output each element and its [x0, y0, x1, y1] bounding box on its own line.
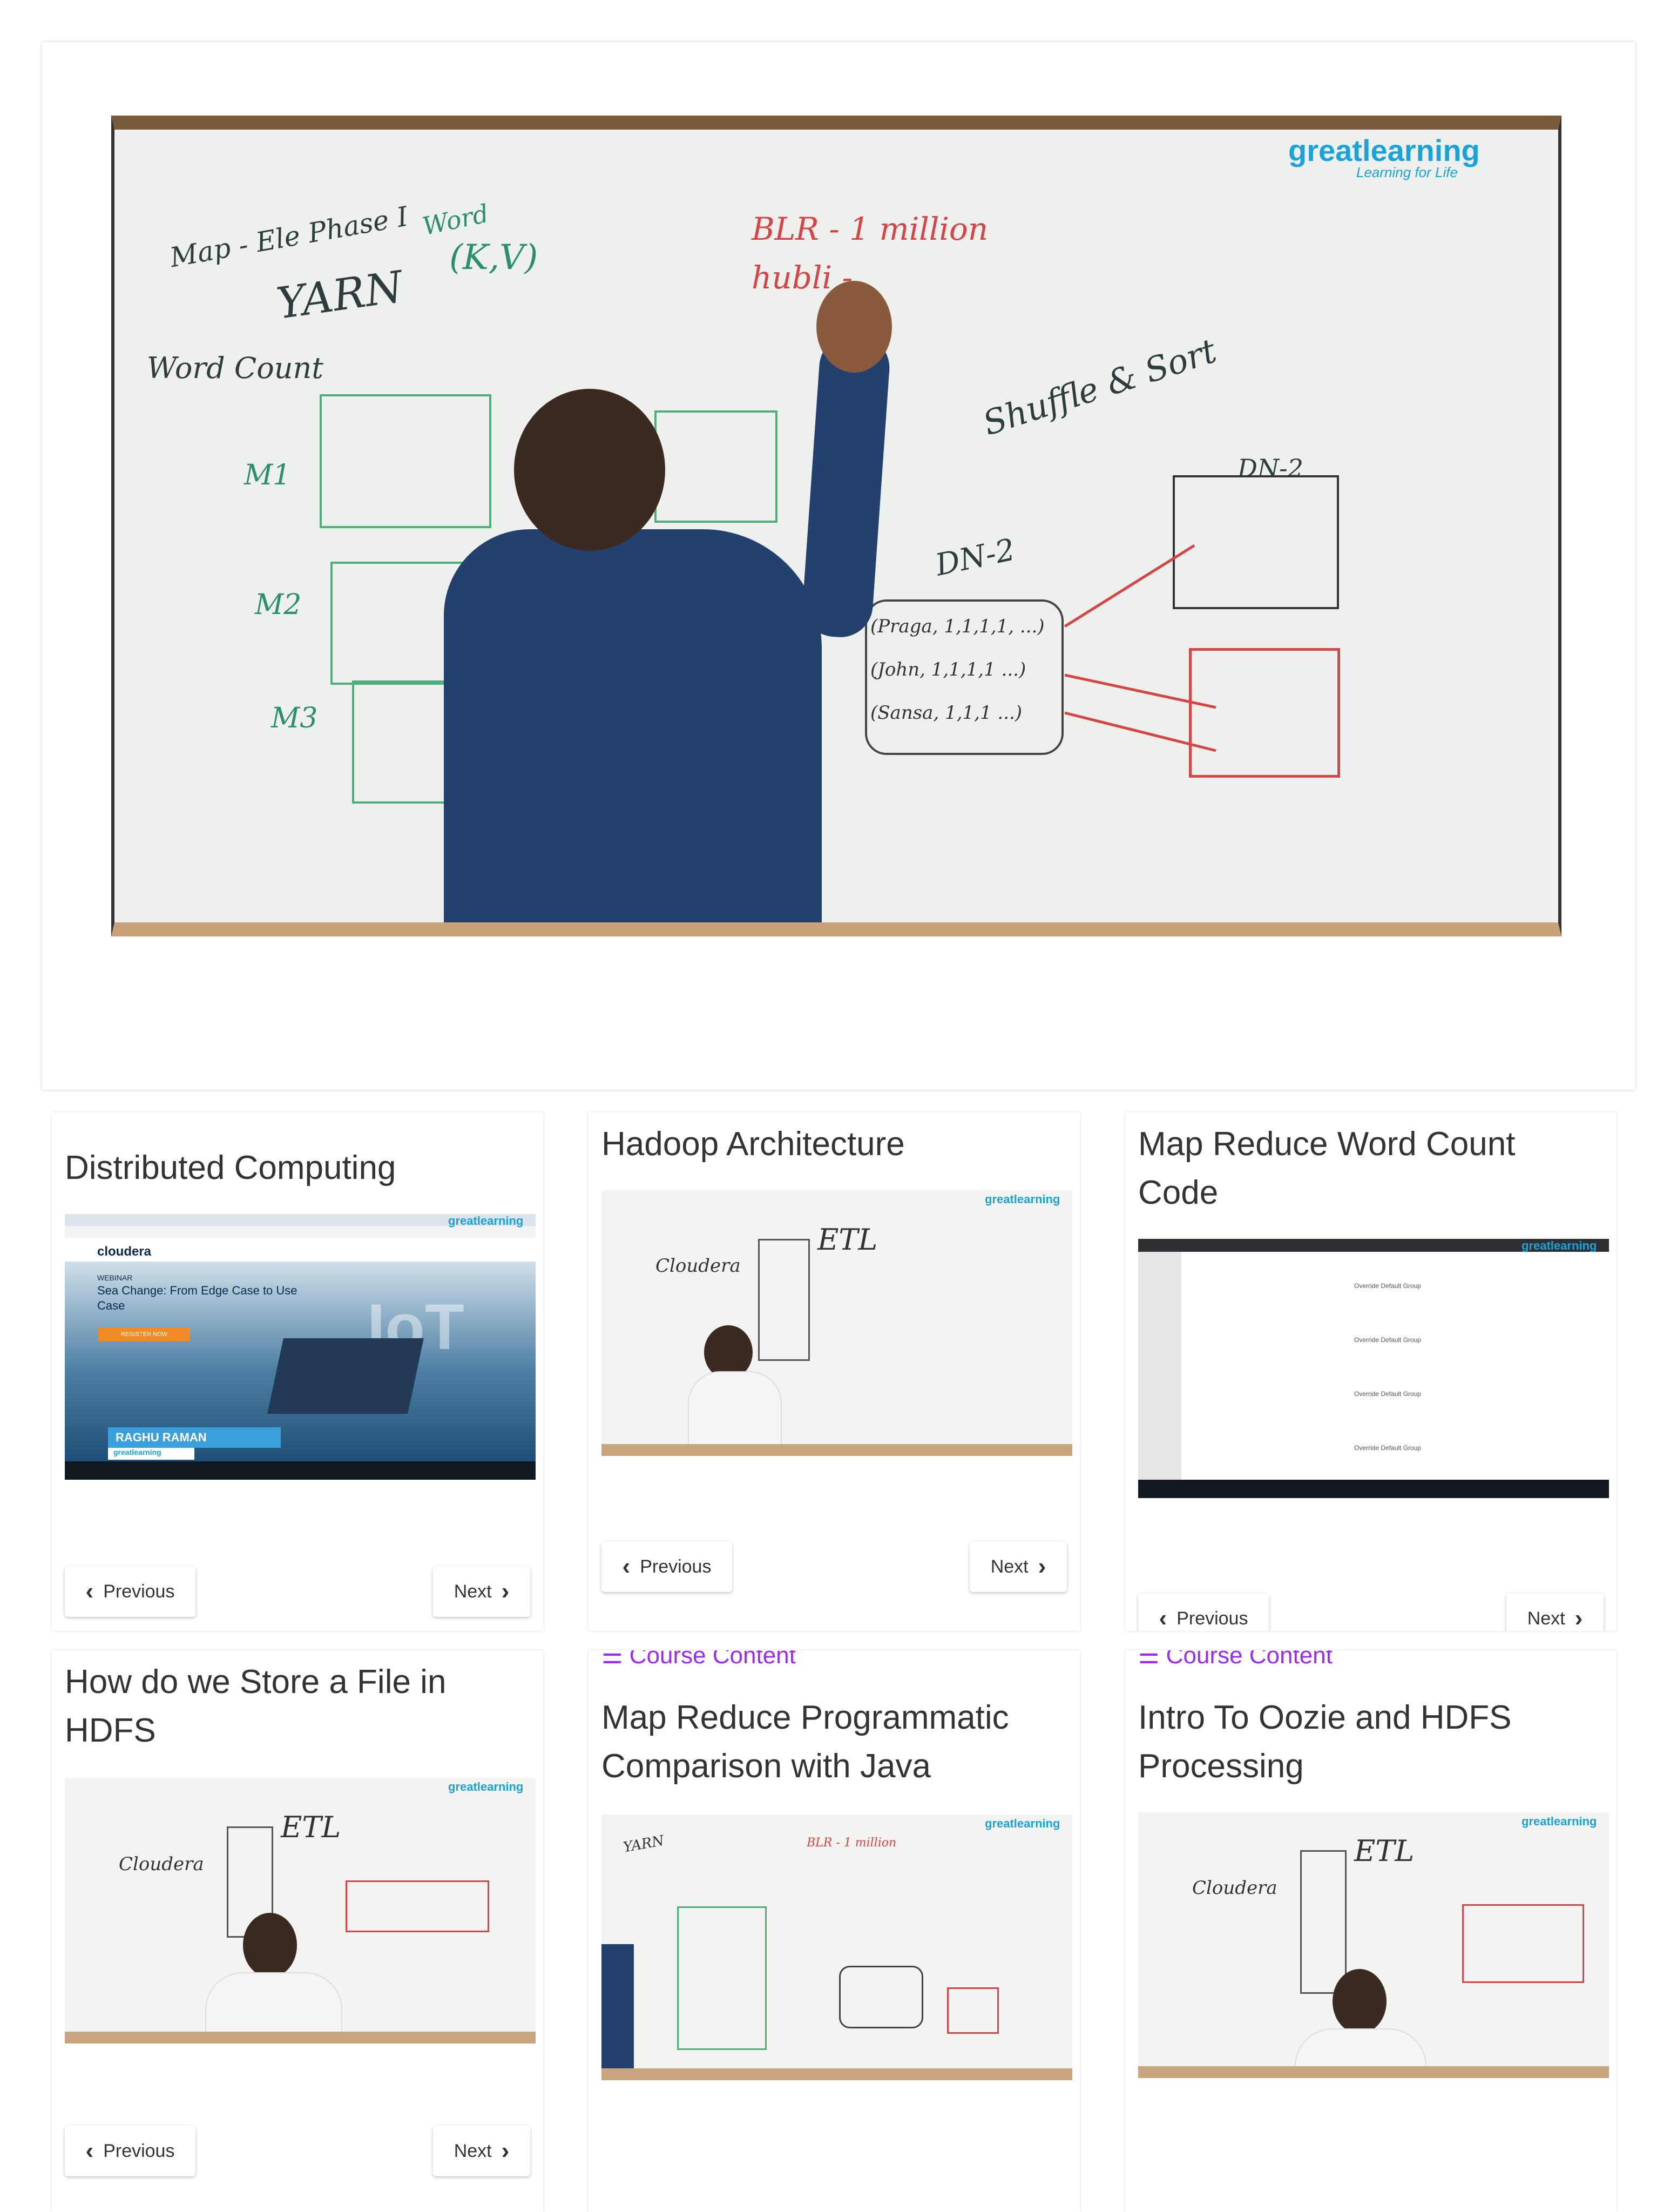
taskbar	[1138, 1480, 1609, 1498]
webinar-title: Sea Change: From Edge Case to Use Case	[97, 1284, 297, 1312]
instructor-arm	[601, 1944, 634, 2068]
settings-label: Override Default Group	[1354, 1444, 1422, 1452]
chevron-right-icon: ›	[501, 2137, 510, 2164]
chevron-right-icon: ›	[1038, 1553, 1046, 1580]
board-text: ETL	[817, 1223, 878, 1257]
instructor-hand	[816, 281, 892, 373]
board-box	[1462, 1904, 1584, 1983]
settings-label: Override Default Group	[1354, 1390, 1422, 1398]
next-button[interactable]: Next ›	[970, 1541, 1067, 1592]
cloudera-logo: cloudera	[97, 1244, 152, 1259]
chevron-left-icon: ‹	[85, 1578, 94, 1604]
board-box	[677, 1906, 767, 2050]
lecture-video[interactable]: greatlearning Learning for Life Map - El…	[111, 116, 1561, 936]
presenter-name: RAGHU RAMAN	[108, 1427, 281, 1448]
board-box	[346, 1880, 489, 1932]
instructor-head	[1333, 1969, 1387, 2034]
video-card[interactable]: ☰ Course Content Intro To Oozie and HDFS…	[1125, 1650, 1617, 2212]
thumbnail-settings[interactable]: greatlearning Override Default Group Ove…	[1138, 1239, 1609, 1498]
instructor	[1295, 2028, 1426, 2066]
chevron-right-icon: ›	[501, 1578, 510, 1604]
board-text: BLR - 1 million	[807, 1836, 897, 1850]
list-icon: ☰	[1138, 1650, 1166, 1669]
chevron-left-icon: ‹	[622, 1553, 631, 1580]
previous-button[interactable]: ‹ Previous	[65, 2126, 195, 2176]
next-button[interactable]: Next ›	[1506, 1593, 1604, 1631]
board-text: Cloudera	[119, 1853, 204, 1875]
board-text: YARN	[621, 1832, 666, 1856]
taskbar	[65, 1461, 536, 1480]
thumbnail-whiteboard[interactable]: greatlearning YARN BLR - 1 million	[601, 1815, 1072, 2080]
webinar-label: WEBINAR	[97, 1273, 133, 1282]
video-card[interactable]: Hadoop Architecture greatlearning Cloude…	[589, 1112, 1080, 1631]
card-title[interactable]: Distributed Computing	[65, 1144, 529, 1192]
board-box	[1300, 1850, 1347, 1994]
list-icon: ☰	[601, 1650, 630, 1669]
sidebar	[1138, 1252, 1181, 1484]
card-title[interactable]: Map Reduce Word Count Code	[1138, 1120, 1602, 1217]
next-button[interactable]: Next ›	[433, 1566, 530, 1617]
chevron-right-icon: ›	[1574, 1605, 1583, 1631]
card-title[interactable]: How do we Store a File in HDFS	[65, 1658, 529, 1755]
greatlearning-logo: greatlearning	[1522, 1815, 1597, 1828]
card-title[interactable]: Map Reduce Programmatic Comparison with …	[601, 1694, 1066, 1791]
greatlearning-logo: greatlearning	[448, 1780, 524, 1793]
settings-label: Override Default Group	[1354, 1336, 1422, 1344]
register-button: REGISTER NOW	[98, 1327, 190, 1341]
thumbnail-whiteboard[interactable]: greatlearning Cloudera ETL	[601, 1190, 1072, 1456]
previous-button[interactable]: ‹ Previous	[601, 1541, 732, 1592]
settings-label: Override Default Group	[1354, 1282, 1422, 1290]
video-card[interactable]: Distributed Computing cloudera greatlear…	[52, 1112, 543, 1631]
instructor-head	[243, 1913, 297, 1978]
board-text: Cloudera	[1192, 1877, 1277, 1899]
instructor	[205, 1972, 342, 2032]
card-title[interactable]: Hadoop Architecture	[601, 1120, 1066, 1169]
board-text: ETL	[281, 1810, 341, 1844]
instructor	[444, 529, 822, 922]
greatlearning-logo: greatlearning	[448, 1214, 524, 1228]
ship	[267, 1338, 424, 1414]
video-card[interactable]: Map Reduce Word Count Code greatlearning…	[1125, 1112, 1617, 1631]
board-text: Cloudera	[655, 1255, 741, 1277]
next-button[interactable]: Next ›	[433, 2126, 530, 2176]
greatlearning-logo: greatlearning	[985, 1817, 1060, 1830]
course-content-link[interactable]: ☰ Course Content	[601, 1650, 796, 1669]
instructor	[688, 1371, 782, 1444]
video-card[interactable]: ☰ Course Content Map Reduce Programmatic…	[589, 1650, 1080, 2212]
instructor-head	[514, 389, 665, 551]
chevron-left-icon: ‹	[85, 2137, 94, 2164]
thumbnail-whiteboard[interactable]: greatlearning Cloudera ETL	[1138, 1812, 1609, 2078]
video-card[interactable]: How do we Store a File in HDFS greatlear…	[52, 1650, 543, 2212]
thumbnail-browser[interactable]: cloudera greatlearning WEBINAR Sea Chang…	[65, 1214, 536, 1480]
board-box	[758, 1239, 810, 1361]
presenter-org: greatlearning	[108, 1448, 194, 1460]
greatlearning-logo: greatlearning	[1522, 1239, 1597, 1252]
greatlearning-logo: greatlearning	[985, 1192, 1060, 1206]
board-text: ETL	[1354, 1834, 1415, 1868]
board-box	[947, 1987, 999, 2034]
card-title[interactable]: Intro To Oozie and HDFS Processing	[1138, 1694, 1602, 1791]
board-cluster	[839, 1966, 923, 2028]
chevron-left-icon: ‹	[1159, 1605, 1167, 1631]
course-content-link[interactable]: ☰ Course Content	[1138, 1650, 1333, 1669]
previous-button[interactable]: ‹ Previous	[1138, 1593, 1269, 1631]
previous-button[interactable]: ‹ Previous	[65, 1566, 195, 1617]
thumbnail-whiteboard[interactable]: greatlearning Cloudera ETL	[65, 1778, 536, 2044]
